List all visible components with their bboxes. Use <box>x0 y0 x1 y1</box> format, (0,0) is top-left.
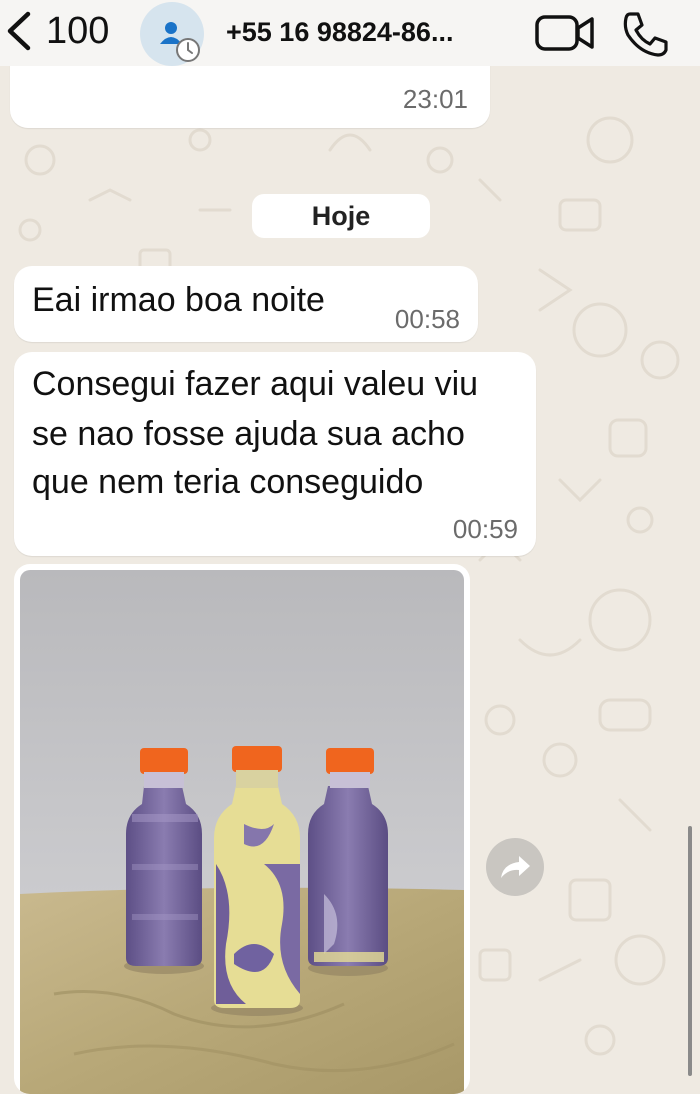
image-message[interactable] <box>14 564 470 1094</box>
message-time: 00:58 <box>394 304 460 334</box>
forward-arrow-icon <box>501 856 530 878</box>
message-text-line: que nem teria conseguido <box>32 463 424 501</box>
message-text-line: se nao fosse ajuda sua acho <box>32 415 465 453</box>
chat-header: 100 +55 16 98824-86... <box>0 0 700 66</box>
back-unread-count[interactable]: 100 <box>46 8 109 54</box>
bottles-photo[interactable] <box>14 564 470 1094</box>
message-time: 23:01 <box>402 84 468 114</box>
message-bubble[interactable]: 23:01 <box>10 56 490 128</box>
message-bubble[interactable]: Consegui fazer aqui valeu viu se nao fos… <box>14 352 536 556</box>
date-separator: Hoje <box>252 194 430 238</box>
avatar[interactable] <box>140 2 204 66</box>
video-camera-icon[interactable] <box>534 12 596 54</box>
message-bubble[interactable]: Eai irmao boa noite 00:58 <box>14 266 478 342</box>
phone-icon[interactable] <box>620 10 668 58</box>
message-text-line: Consegui fazer aqui valeu viu <box>32 365 479 403</box>
message-time: 00:59 <box>452 514 518 544</box>
scrollbar[interactable] <box>688 826 692 1076</box>
forward-button[interactable] <box>486 838 544 896</box>
contact-name[interactable]: +55 16 98824-86... <box>226 14 453 50</box>
chevron-left-icon[interactable] <box>4 10 34 52</box>
person-icon <box>160 22 200 62</box>
message-text: Eai irmao boa noite <box>32 281 325 319</box>
